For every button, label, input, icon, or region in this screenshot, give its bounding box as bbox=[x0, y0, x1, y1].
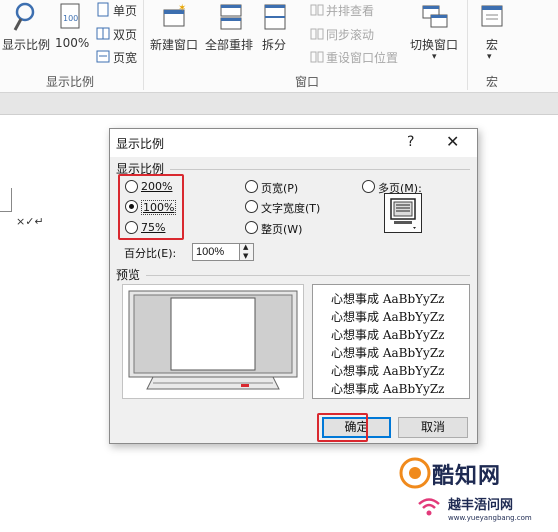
percent-label: 百分比(E): bbox=[124, 247, 177, 260]
cancel-button[interactable]: 取消 bbox=[398, 417, 468, 438]
two-pages-icon[interactable] bbox=[96, 26, 110, 42]
watermark-brand: 酷知网 bbox=[432, 464, 502, 489]
svg-text:100: 100 bbox=[63, 14, 78, 23]
one-page-icon[interactable] bbox=[96, 2, 110, 18]
radio-page-width-label[interactable]: 页宽(P) bbox=[261, 180, 298, 196]
reset-window-icon bbox=[310, 51, 324, 63]
preview-monitor-pane bbox=[122, 284, 304, 399]
zoom-button[interactable]: 显示比例 bbox=[2, 36, 50, 53]
hundred-percent-icon[interactable]: 100 bbox=[58, 2, 84, 32]
sample-text-line: 心想事成 AaBbYyZz bbox=[331, 310, 445, 324]
close-button[interactable]: ✕ bbox=[446, 132, 459, 151]
view-side-by-side-button[interactable]: 并排查看 bbox=[326, 2, 374, 19]
split-icon[interactable] bbox=[262, 2, 288, 32]
document-text-mark: ×✓↵ bbox=[16, 215, 44, 228]
page-width-button[interactable]: 页宽 bbox=[113, 49, 137, 66]
watermark-logo-icon bbox=[399, 457, 431, 489]
wifi-icon bbox=[418, 498, 440, 516]
zoom-dialog: 显示比例 ? ✕ 显示比例 200% 100% 75% 页宽(P) 文字宽度(T… bbox=[109, 128, 478, 444]
reset-window-position-button[interactable]: 重设窗口位置 bbox=[326, 49, 398, 66]
sample-text-line: 心想事成 AaBbYyZz bbox=[331, 328, 445, 342]
radio-text-width-label[interactable]: 文字宽度(T) bbox=[261, 200, 320, 216]
watermark: 酷知网 越丰浯问网 www.yueyangbang.com bbox=[398, 450, 558, 532]
group-separator bbox=[143, 0, 144, 90]
arrange-all-icon[interactable] bbox=[216, 2, 246, 32]
radio-many-pages[interactable] bbox=[362, 180, 375, 193]
sample-text-line: 心想事成 AaBbYyZz bbox=[331, 364, 445, 378]
percent-spinner[interactable]: ▲ ▼ bbox=[240, 243, 254, 261]
side-by-side-icon bbox=[310, 4, 324, 16]
sync-scroll-button[interactable]: 同步滚动 bbox=[326, 26, 374, 43]
window-group-label: 窗口 bbox=[295, 75, 320, 89]
preview-text-pane: 心想事成 AaBbYyZz 心想事成 AaBbYyZz 心想事成 AaBbYyZ… bbox=[312, 284, 470, 399]
spin-down-icon[interactable]: ▼ bbox=[243, 252, 248, 260]
monitor-preview-icon bbox=[128, 290, 298, 390]
macros-icon[interactable] bbox=[478, 2, 506, 32]
hundred-percent-button[interactable]: 100% bbox=[55, 36, 89, 50]
sample-text-line: 心想事成 AaBbYyZz bbox=[331, 292, 445, 306]
radio-whole-page-label[interactable]: 整页(W) bbox=[261, 221, 302, 237]
zoom-section-divider bbox=[170, 169, 470, 170]
preview-label: 预览 bbox=[116, 268, 141, 282]
dialog-title: 显示比例 bbox=[116, 137, 165, 151]
macro-group-label: 宏 bbox=[486, 75, 499, 89]
one-page-button[interactable]: 单页 bbox=[113, 2, 137, 19]
macros-dropdown-icon[interactable]: ▾ bbox=[487, 52, 492, 62]
ribbon: 显示比例 100 100% 单页 双页 页宽 显示比例 ✶ 新建窗口 全部重排 … bbox=[0, 0, 558, 93]
zoom-group-label: 显示比例 bbox=[46, 75, 95, 89]
page-corner-marker bbox=[0, 188, 12, 212]
ribbon-bottom-bar bbox=[0, 93, 558, 115]
split-button[interactable]: 拆分 bbox=[262, 36, 286, 53]
watermark-subtitle: 越丰浯问网 bbox=[448, 498, 514, 513]
two-pages-button[interactable]: 双页 bbox=[113, 26, 137, 43]
arrange-all-button[interactable]: 全部重排 bbox=[205, 36, 253, 53]
radio-page-width[interactable] bbox=[245, 180, 258, 193]
help-button[interactable]: ? bbox=[407, 134, 414, 150]
dialog-title-bar[interactable]: 显示比例 ? ✕ bbox=[110, 129, 477, 157]
preview-section-divider bbox=[146, 275, 470, 276]
radio-text-width[interactable] bbox=[245, 200, 258, 213]
zoom-magnifier-icon[interactable] bbox=[12, 2, 38, 34]
percent-input[interactable] bbox=[192, 243, 240, 261]
svg-text:✶: ✶ bbox=[178, 3, 186, 14]
highlight-box-ok bbox=[317, 413, 368, 442]
watermark-url: www.yueyangbang.com bbox=[448, 514, 532, 522]
highlight-box-zoom-options bbox=[118, 174, 184, 240]
switch-windows-button[interactable]: 切换窗口 bbox=[410, 36, 458, 53]
spin-up-icon[interactable]: ▲ bbox=[243, 243, 248, 251]
radio-whole-page[interactable] bbox=[245, 221, 258, 234]
group-separator bbox=[467, 0, 468, 90]
many-pages-picker-button[interactable] bbox=[384, 193, 422, 233]
new-window-button[interactable]: 新建窗口 bbox=[150, 36, 198, 53]
switch-windows-dropdown-icon[interactable]: ▾ bbox=[432, 52, 437, 62]
page-width-icon[interactable] bbox=[96, 49, 110, 65]
sample-text-line: 心想事成 AaBbYyZz bbox=[331, 346, 445, 360]
macros-button[interactable]: 宏 bbox=[486, 36, 498, 53]
sync-scroll-icon bbox=[310, 28, 324, 40]
sample-text-line: 心想事成 AaBbYyZz bbox=[331, 382, 445, 396]
new-window-icon[interactable]: ✶ bbox=[160, 2, 190, 32]
monitor-pages-icon bbox=[390, 198, 416, 229]
switch-windows-icon[interactable] bbox=[420, 2, 450, 32]
